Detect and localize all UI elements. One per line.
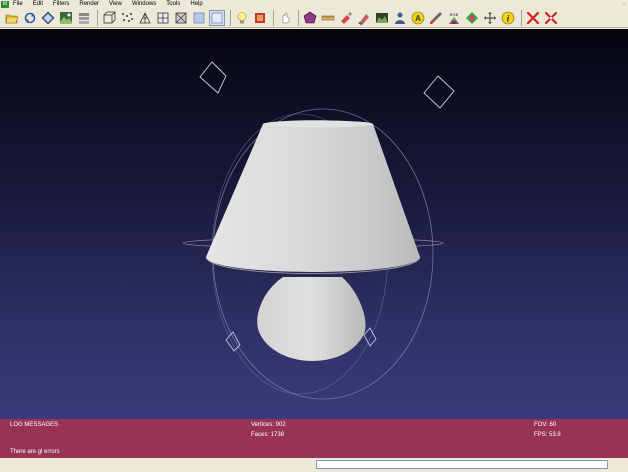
rgb-color-icon[interactable]: RGB (446, 10, 462, 26)
fps-value: FPS: 53.8 (534, 432, 561, 438)
bounding-box-icon[interactable] (101, 10, 117, 26)
toolbar-separator (97, 9, 98, 26)
main-toolbar: A RGB i (0, 8, 628, 28)
light-marker (199, 61, 227, 94)
hand-select-icon[interactable] (277, 10, 293, 26)
lamp-shade (206, 120, 420, 272)
meshlab-app-icon[interactable]: M (1, 0, 9, 8)
layers-icon[interactable] (76, 10, 92, 26)
minimize-button[interactable]: _ (621, 0, 627, 4)
log-message: There are gl errors (10, 449, 60, 455)
toolbar-separator (521, 9, 522, 26)
log-messages-title: LOG MESSAGES (10, 422, 59, 428)
flat-icon[interactable] (191, 10, 207, 26)
status-field (316, 460, 608, 469)
annotate-icon[interactable]: A (410, 10, 426, 26)
reload-icon[interactable] (22, 10, 38, 26)
select-faces-icon[interactable] (302, 10, 318, 26)
texture-icon[interactable] (252, 10, 268, 26)
delete-vertices-icon[interactable] (543, 10, 559, 26)
open-folder-icon[interactable] (4, 10, 20, 26)
move-tool-icon[interactable] (482, 10, 498, 26)
landscape-icon[interactable] (374, 10, 390, 26)
move-icon[interactable] (356, 10, 372, 26)
rgb-label: RGB (450, 12, 459, 17)
save-mesh-icon[interactable] (40, 10, 56, 26)
info-panel: LOG MESSAGES There are gl errors Vertice… (0, 419, 628, 458)
annotate-label: A (415, 14, 421, 23)
quality-icon[interactable] (464, 10, 480, 26)
hidden-lines-icon[interactable] (155, 10, 171, 26)
menu-file[interactable]: File (13, 0, 23, 8)
flat-lines-icon[interactable] (173, 10, 189, 26)
measure-icon[interactable] (320, 10, 336, 26)
wireframe-icon[interactable] (137, 10, 153, 26)
fov-value: FOV: 60 (534, 422, 557, 428)
toolbar-separator (230, 9, 231, 26)
georeference-icon[interactable] (392, 10, 408, 26)
smooth-icon[interactable] (209, 9, 225, 26)
menu-windows[interactable]: Windows (132, 0, 156, 8)
snapshot-icon[interactable] (58, 10, 74, 26)
points-icon[interactable] (119, 10, 135, 26)
menu-edit[interactable]: Edit (33, 0, 43, 8)
light-marker (423, 75, 455, 109)
lamp-base (257, 277, 366, 361)
menu-tools[interactable]: Tools (166, 0, 180, 8)
app-icon-label: M (2, 0, 8, 7)
3d-viewport[interactable] (0, 29, 628, 419)
menu-help[interactable]: Help (190, 0, 202, 8)
paint-icon[interactable] (338, 10, 354, 26)
toolbar-separator (273, 9, 274, 26)
menu-bar: M File Edit Filters Render View Windows … (0, 0, 628, 8)
menu-render[interactable]: Render (79, 0, 99, 8)
delete-faces-icon[interactable] (525, 10, 541, 26)
info-icon[interactable]: i (500, 10, 516, 26)
faces-count: Faces: 1738 (251, 432, 285, 438)
mesh-render (182, 61, 455, 400)
window-controls: _ (621, 0, 627, 4)
brush-icon[interactable] (428, 10, 444, 26)
menu-view[interactable]: View (109, 0, 122, 8)
menu-filters[interactable]: Filters (53, 0, 69, 8)
vertices-count: Vertices: 902 (251, 422, 286, 428)
light-bulb-icon[interactable] (234, 10, 250, 26)
toolbar-separator (298, 9, 299, 26)
status-bar (0, 458, 628, 472)
light-marker (363, 327, 377, 347)
